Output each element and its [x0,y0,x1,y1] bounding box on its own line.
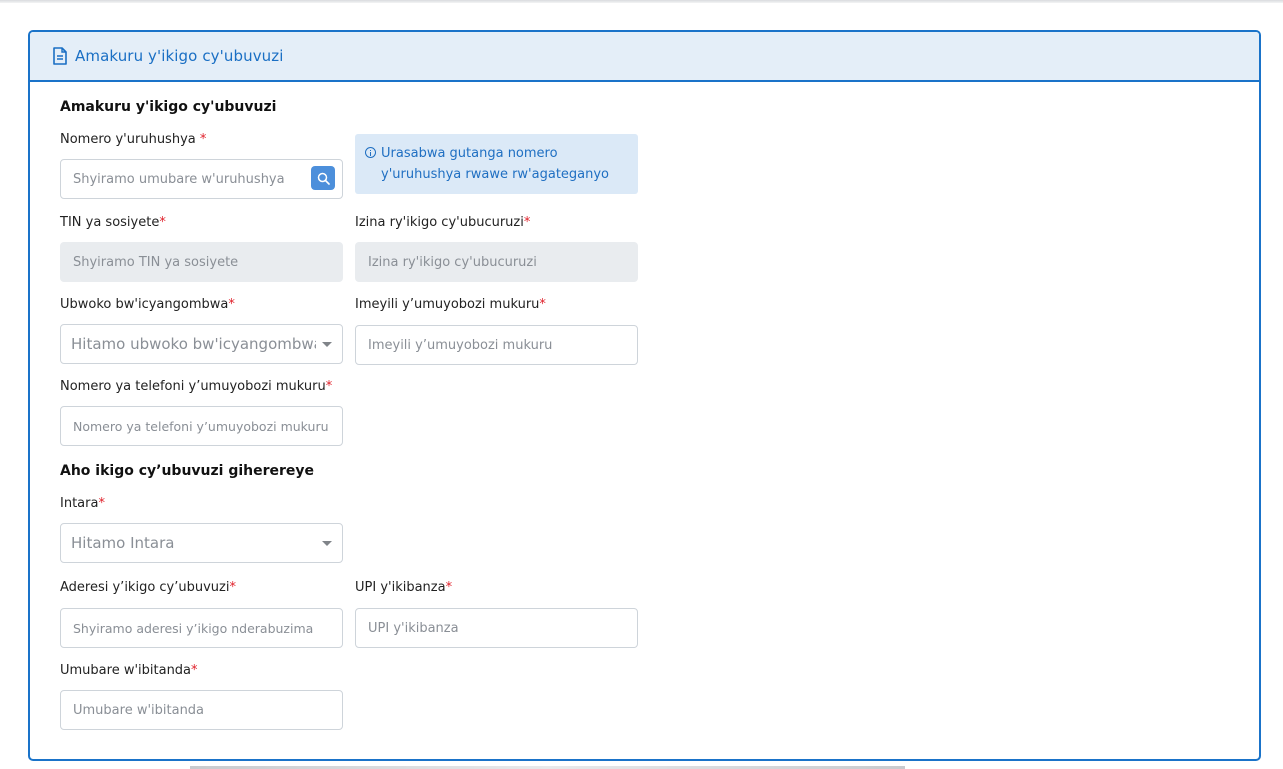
required-marker: * [199,132,207,147]
required-marker: * [228,297,235,312]
required-marker: * [98,496,105,511]
document-icon [53,47,67,65]
tin-input [60,242,343,282]
card-header: Amakuru y'ikigo cy'ubuvuzi [30,32,1259,82]
province-label: Intara* [60,496,105,511]
manager-phone-label: Nomero ya telefoni y’umuyobozi mukuru* [60,379,333,394]
section-title-location: Aho ikigo cy’ubuvuzi giherereye [60,463,315,479]
required-marker: * [445,580,453,595]
manager-phone-input[interactable] [60,406,343,446]
facility-type-value: Hitamo ubwoko bw'icyangombwa [71,335,316,353]
info-line-2: y'uruhushya rwawe rw'agateganyo [381,167,610,182]
license-number-input[interactable] [60,159,343,199]
required-marker: * [229,580,236,595]
top-divider [0,0,1283,3]
chevron-down-icon [322,341,332,347]
upi-label: UPI y'ikibanza* [355,580,453,595]
beds-label: Umubare w'ibitanda* [60,663,198,678]
section-title-facility: Amakuru y'ikigo cy'ubuvuzi [60,99,277,115]
required-marker: * [523,215,531,230]
manager-email-input[interactable] [355,325,638,365]
search-icon [317,172,330,185]
facility-type-select[interactable]: Hitamo ubwoko bw'icyangombwa [60,324,343,364]
province-value: Hitamo Intara [71,534,175,552]
license-search-button[interactable] [311,166,335,190]
beds-input[interactable] [60,690,343,730]
required-marker: * [159,215,166,230]
license-info-alert: Urasabwa gutanga nomero y'uruhushya rwaw… [355,134,638,194]
province-select[interactable]: Hitamo Intara [60,523,343,563]
required-marker: * [325,379,333,394]
license-label: Nomero y'uruhushya * [60,132,207,147]
tin-label: TIN ya sosiyete* [60,215,166,230]
manager-email-label: Imeyili y’umuyobozi mukuru* [355,297,546,312]
chevron-down-icon [322,540,332,546]
upi-input[interactable] [355,608,638,648]
address-label: Aderesi y’ikigo cy’ubuvuzi* [60,580,236,595]
required-marker: * [539,297,546,312]
address-input[interactable] [60,608,343,648]
info-line-1: Urasabwa gutanga nomero [381,146,558,161]
card-title: Amakuru y'ikigo cy'ubuvuzi [75,47,284,65]
facility-info-card: Amakuru y'ikigo cy'ubuvuzi [28,30,1261,761]
business-name-label: Izina ry'ikigo cy'ubucuruzi* [355,215,531,230]
facility-type-label: Ubwoko bw'icyangombwa* [60,297,235,312]
info-circle-icon [365,147,376,158]
business-name-input [355,242,638,282]
required-marker: * [191,663,198,678]
